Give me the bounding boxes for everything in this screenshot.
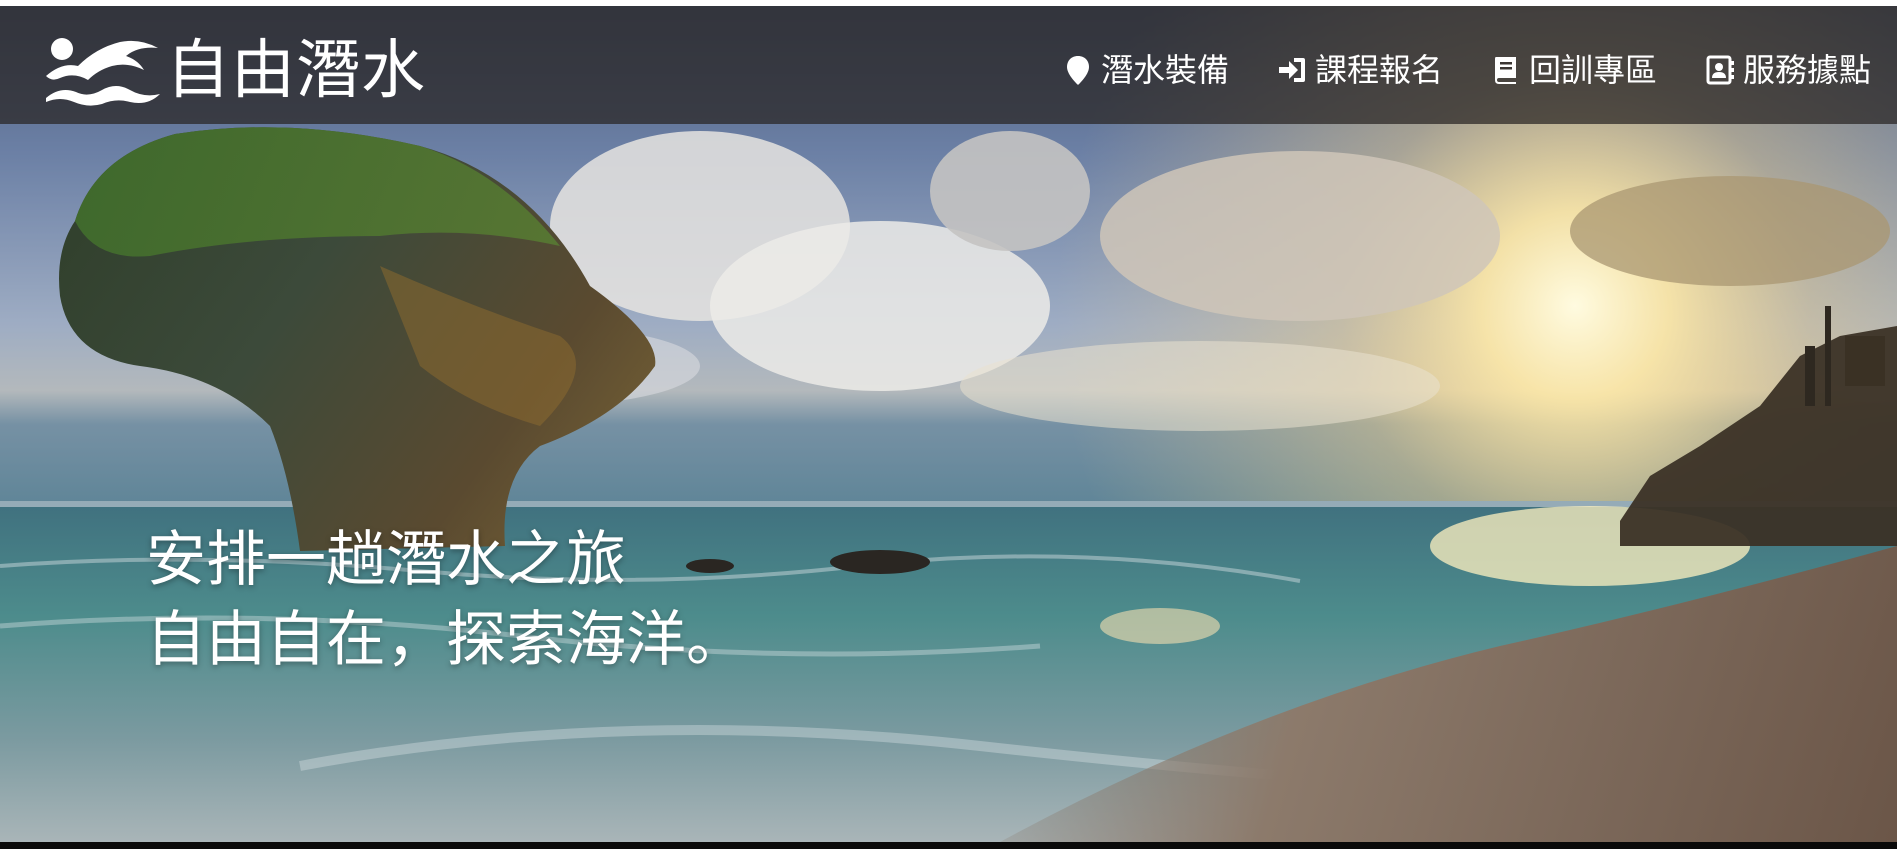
brand-name: 自由潛水 [166,34,426,108]
brand[interactable]: 自由潛水 [44,36,426,106]
nav-item-label: 回訓專區 [1528,51,1657,89]
map-marker-icon [1066,56,1089,85]
sign-in-icon [1278,58,1305,82]
nav-item-refresher-training[interactable]: 回訓專區 [1491,50,1657,90]
book-icon [1494,57,1516,84]
address-card-icon [1706,55,1734,85]
hero-tagline-line2: 自由自在，探索海洋。 [146,605,746,675]
page: 自由潛水 潛水裝備 課程報名 回訓專區 服務據點 安排一趟潛水之旅 自由自在，探… [0,0,1897,849]
nav-item-diving-gear[interactable]: 潛水裝備 [1063,50,1229,90]
main-nav: 潛水裝備 課程報名 回訓專區 服務據點 [1063,50,1871,90]
hero-banner [0,6,1897,842]
top-navbar: 自由潛水 潛水裝備 課程報名 回訓專區 服務據點 [0,6,1897,124]
hero-tagline-line1: 安排一趟潛水之旅 [146,525,626,595]
nav-item-label: 潛水裝備 [1100,51,1229,89]
nav-item-service-locations[interactable]: 服務據點 [1705,50,1871,90]
hero-tagline: 安排一趟潛水之旅 自由自在，探索海洋。 [146,520,746,680]
nav-item-label: 課程報名 [1314,51,1443,89]
bottom-edge [0,842,1897,849]
hero-background-image [0,6,1897,842]
nav-item-label: 服務據點 [1742,51,1871,89]
swimmer-wave-logo-icon [46,38,160,106]
nav-item-course-registration[interactable]: 課程報名 [1277,50,1443,90]
